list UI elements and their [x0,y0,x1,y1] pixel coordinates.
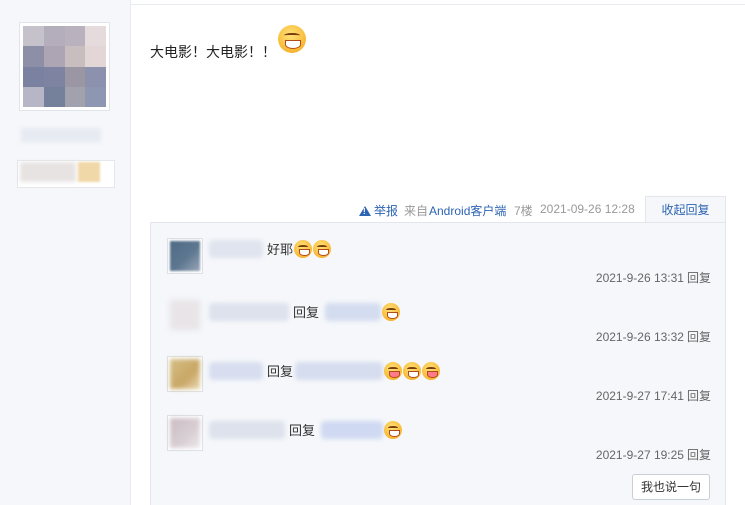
grin-emoji-icon [403,361,422,380]
reply-word: 回复 [289,423,316,438]
reply-username-blurred[interactable] [209,361,263,380]
reply-username-blurred[interactable] [209,239,263,258]
post-divider [131,4,745,5]
reply-word: 回复 [293,305,320,320]
reply-timestamp: 2021-9-27 17:41 [595,389,684,403]
grin-emoji-icon [382,302,401,321]
reply-username-blurred[interactable] [209,302,289,321]
post-text: 大电影！大电影！！ [150,44,276,60]
reply-timestamp: 2021-9-27 19:25 [595,448,684,462]
post-meta: 举报 来自 Android客户端 7楼 2021-09-26 12:28 收起回… [150,196,726,223]
avatar-image [170,418,200,448]
reply-line: 回复 [209,302,401,321]
reply-meta: 2021-9-27 17:41 回复 [596,387,711,404]
reply-avatar[interactable] [167,297,203,333]
reply-button[interactable]: 回复 [687,271,711,285]
reply-meta: 2021-9-26 13:32 回复 [596,328,711,345]
avatar-image [170,300,200,330]
warning-icon [359,205,371,216]
reply-button[interactable]: 回复 [687,330,711,344]
add-comment-button[interactable]: 我也说一句 [632,474,710,500]
grin-emoji-icon [384,420,403,439]
reply-target-blurred[interactable] [321,420,384,439]
reply-button[interactable]: 回复 [687,389,711,403]
reply-avatar[interactable] [167,415,203,451]
reply-avatar[interactable] [167,238,203,274]
client-source-link[interactable]: Android客户端 [429,202,506,219]
report-link[interactable]: 举报 [359,202,398,219]
reply-meta: 2021-9-26 13:31 回复 [596,269,711,286]
reply-word: 回复 [267,364,294,379]
reply-panel: 好耶 2021-9-26 13:31 回复 回复 2021-9-26 13:32 回… [150,222,726,505]
post-timestamp: 2021-09-26 12:28 [540,202,635,216]
reply-target-blurred[interactable] [325,302,382,321]
report-label: 举报 [374,204,399,218]
reply-line: 回复 [209,420,403,439]
post-content: 大电影！大电影！！ [150,42,276,62]
reply-timestamp: 2021-9-26 13:32 [595,330,684,344]
source-prefix: 来自 [404,204,429,218]
reply-avatar[interactable] [167,356,203,392]
reply-button[interactable]: 回复 [687,448,711,462]
author-avatar[interactable] [19,22,110,111]
author-badge-level [78,162,100,182]
floor-number: 7楼 [514,204,533,218]
grin-emoji-icon [278,25,306,53]
reply-username-blurred[interactable] [209,420,285,439]
collapse-replies-button[interactable]: 收起回复 [645,196,726,223]
reply-target-blurred[interactable] [295,361,384,380]
tongue-emoji-icon [422,361,441,380]
author-name-blurred[interactable] [21,128,101,142]
reply-line: 回复 [209,361,441,380]
reply-content: 好耶 [267,242,294,257]
grin-emoji-icon [294,239,313,258]
reply-meta: 2021-9-27 19:25 回复 [596,446,711,463]
author-badge-fill [20,162,76,182]
grin-emoji-icon [313,239,332,258]
tongue-emoji-icon [384,361,403,380]
avatar-image [170,359,200,389]
avatar-image-pixelated [23,26,106,107]
reply-timestamp: 2021-9-26 13:31 [595,271,684,285]
avatar-image [170,241,200,271]
author-sidebar [0,0,131,505]
reply-line: 好耶 [209,239,332,258]
